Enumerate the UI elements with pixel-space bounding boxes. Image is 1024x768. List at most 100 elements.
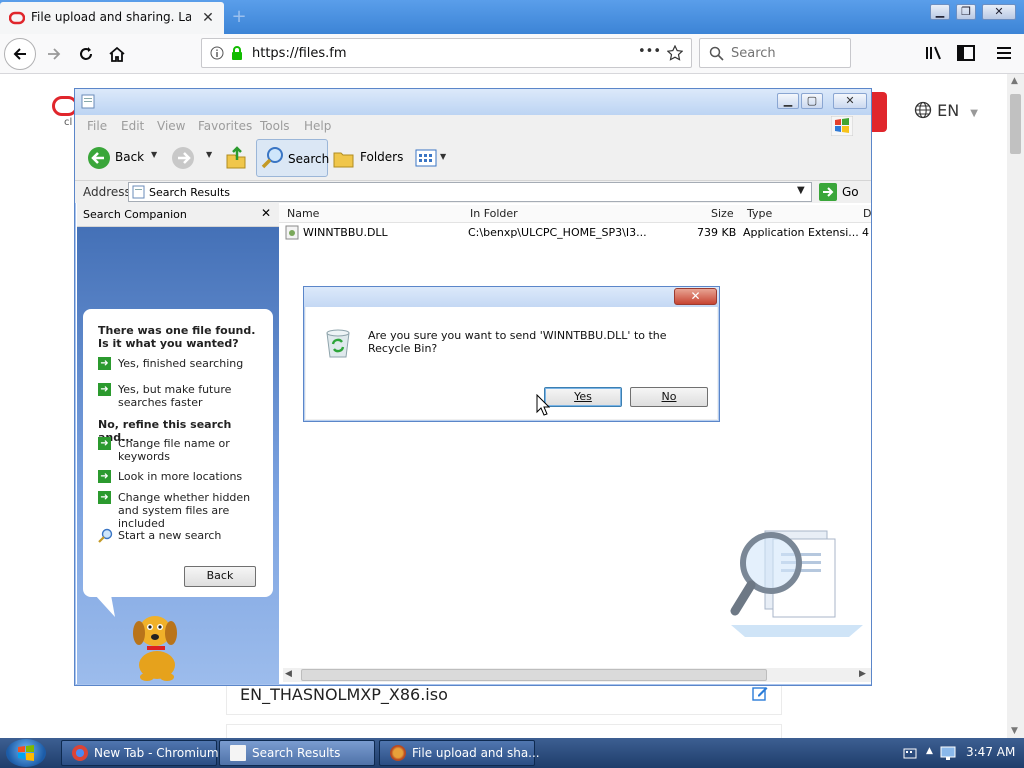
network-icon[interactable] [940,745,956,761]
lock-icon[interactable] [230,45,244,61]
more-locations-label[interactable]: Look in more locations [118,470,242,483]
browser-close-button[interactable]: ✕ [982,4,1016,20]
dialog-title-bar[interactable]: ✕ [304,287,719,307]
column-in-folder[interactable]: In Folder [470,207,518,220]
hamburger-menu-icon[interactable] [996,46,1012,60]
page-scrollbar[interactable]: ▲ ▼ [1007,74,1024,738]
browser-restore-button[interactable]: ❐ [956,4,976,20]
window-close-button[interactable]: ✕ [833,93,867,109]
url-text[interactable]: https://files.fm [252,46,347,61]
start-button[interactable] [6,739,46,767]
forward-dropdown-icon[interactable]: ▼ [206,150,212,159]
arrow-left-icon [13,48,26,60]
browser-back-button[interactable] [4,38,36,70]
address-value[interactable]: Search Results [149,186,230,199]
sidebar-icon[interactable] [957,45,975,61]
info-icon[interactable] [210,46,224,60]
horizontal-scrollbar[interactable]: ◀ ▶ [283,668,871,682]
search-companion-pane: Search Companion ✕ There was one file fo… [77,203,279,684]
taskbar-item-firefox[interactable]: File upload and sha... [379,740,540,766]
scrollbar-thumb[interactable] [301,669,767,681]
scroll-up-icon[interactable]: ▲ [1011,76,1018,86]
search-placeholder: Search [731,46,776,61]
new-search-link[interactable]: Start a new search [98,528,263,543]
browser-home-button[interactable] [101,38,133,70]
no-button[interactable]: No [630,387,708,407]
new-search-label[interactable]: Start a new search [118,529,221,542]
companion-back-button[interactable]: Back [184,566,256,587]
yes-finished-label[interactable]: Yes, finished searching [118,357,243,370]
more-locations-link[interactable]: ➜ Look in more locations [98,470,263,483]
menu-tools[interactable]: Tools [260,119,290,133]
taskbar-item-search-results[interactable]: Search Results [219,740,375,766]
up-folder-icon[interactable] [225,146,247,170]
table-row[interactable]: WINNTBBU.DLL C:\benxp\ULCPC_HOME_SP3\I3.… [279,225,871,242]
column-size[interactable]: Size [711,207,734,220]
address-bar: Address Search Results ▼ Go [75,181,871,203]
explorer-toolbar: Back ▼ ▼ Search Folders ▼ [75,137,871,181]
yes-button[interactable]: Yes [544,387,622,407]
go-arrow-icon[interactable] [819,183,837,201]
column-date[interactable]: D [863,207,871,220]
search-dog-icon[interactable] [125,605,189,681]
tray-chevron-up-icon[interactable]: ▲ [926,746,933,756]
folders-icon[interactable] [333,148,355,168]
hidden-files-link[interactable]: ➜ Change whether hidden and system files… [98,491,263,530]
views-icon[interactable] [415,149,437,167]
address-field[interactable]: Search Results ▼ [128,182,812,202]
menu-edit[interactable]: Edit [121,119,144,133]
hidden-files-label[interactable]: Change whether hidden and system files a… [118,491,250,530]
page-actions-icon[interactable]: ••• [638,44,661,59]
toolbar-back-button[interactable]: Back ▼ [85,145,157,171]
browser-tab[interactable]: File upload and sharing. Large file ✕ [0,2,224,34]
edit-icon[interactable] [752,685,768,701]
chevron-down-icon: ▼ [970,108,978,119]
toolbar-folders-label[interactable]: Folders [360,150,403,164]
results-heading: There was one file found. Is it what you… [98,324,256,350]
menu-view[interactable]: View [157,119,185,133]
bookmark-star-icon[interactable] [667,45,683,61]
clock[interactable]: 3:47 AM [966,745,1015,759]
row-name[interactable]: WINNTBBU.DLL [303,226,388,239]
companion-header: Search Companion ✕ [77,203,279,227]
menu-file[interactable]: File [87,119,107,133]
close-icon[interactable]: ✕ [261,206,271,220]
browser-reload-button[interactable] [70,38,102,70]
back-dropdown-icon[interactable]: ▼ [151,150,157,159]
address-dropdown-icon[interactable]: ▼ [797,185,805,196]
forward-arrow-icon[interactable] [171,146,195,170]
yes-future-link[interactable]: ➜ Yes, but make future searches faster [98,383,263,409]
file-name[interactable]: EN_THASNOLMXP_X86.iso [240,685,448,704]
browser-search-field[interactable]: Search [699,38,851,68]
change-name-link[interactable]: ➜ Change file name or keywords [98,437,263,463]
browser-forward-button[interactable] [38,38,70,70]
windows-logo-icon [831,116,853,136]
window-minimize-button[interactable]: ▁ [777,93,799,109]
menu-help[interactable]: Help [304,119,331,133]
menu-favorites[interactable]: Favorites [198,119,252,133]
scrollbar-thumb[interactable] [1010,94,1021,154]
library-icon[interactable] [925,45,943,61]
scroll-left-icon[interactable]: ◀ [285,669,292,679]
toolbar-search-button[interactable]: Search [256,139,329,177]
browser-minimize-button[interactable]: ▁ [930,4,950,20]
window-maximize-button[interactable]: ▢ [801,93,823,109]
keyboard-icon[interactable] [903,746,917,760]
tab-close-icon[interactable]: ✕ [200,10,216,26]
dialog-close-button[interactable]: ✕ [674,288,717,305]
scroll-right-icon[interactable]: ▶ [859,669,866,679]
new-tab-button[interactable]: + [228,6,250,28]
change-name-label[interactable]: Change file name or keywords [118,437,230,463]
column-type[interactable]: Type [747,207,772,220]
url-bar[interactable]: https://files.fm ••• [201,38,692,68]
yes-finished-link[interactable]: ➜ Yes, finished searching [98,357,263,370]
window-title-bar[interactable]: ▁ ▢ ✕ [75,89,871,115]
row-folder: C:\benxp\ULCPC_HOME_SP3\I3... [468,226,647,239]
language-selector[interactable]: EN ▼ [914,101,978,120]
column-name[interactable]: Name [287,207,319,220]
go-button[interactable]: Go [842,185,859,199]
views-dropdown-icon[interactable]: ▼ [440,152,446,161]
scroll-down-icon[interactable]: ▼ [1011,726,1018,736]
taskbar-item-chromium[interactable]: New Tab - Chromium [61,740,219,766]
yes-future-label[interactable]: Yes, but make future searches faster [118,383,231,409]
